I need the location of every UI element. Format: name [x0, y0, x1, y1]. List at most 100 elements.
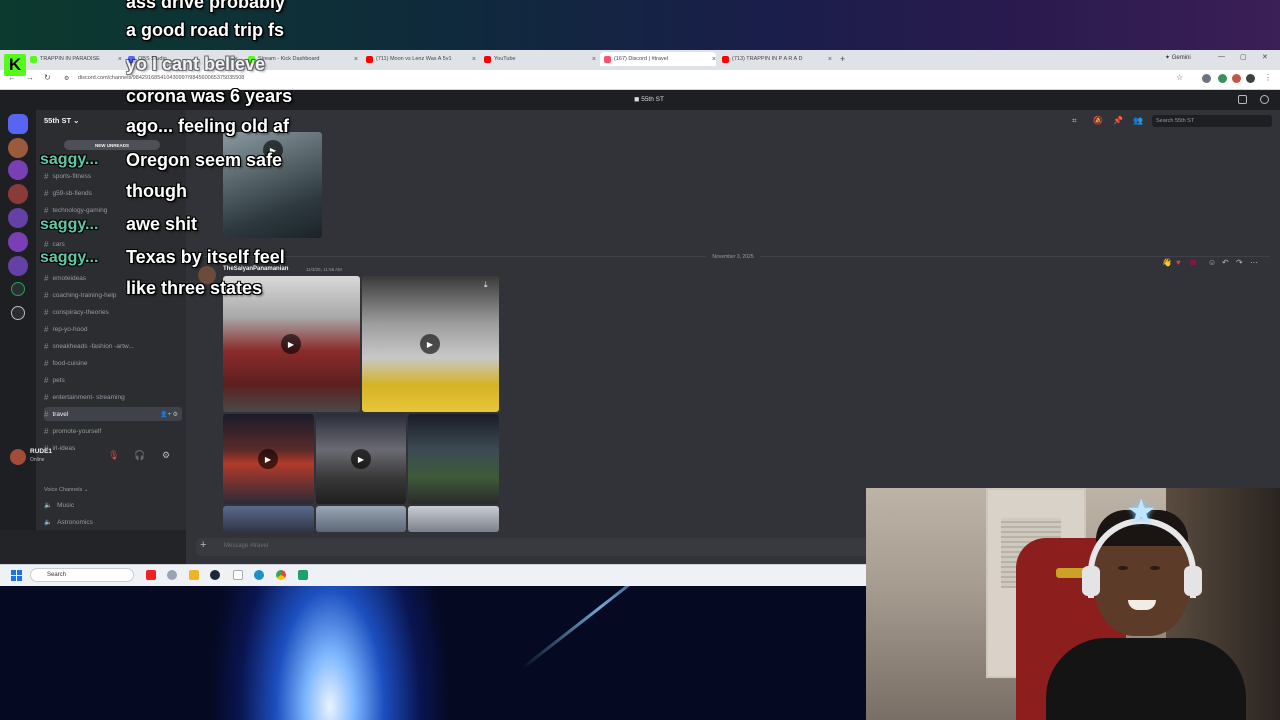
channel-item[interactable]: # food-cuisine	[44, 356, 182, 370]
forward-message-icon[interactable]: ↷	[1236, 258, 1243, 267]
taskbar-search-box[interactable]: Search	[30, 568, 134, 582]
member-list-icon[interactable]: 👥	[1133, 116, 1143, 125]
windows-start-icon[interactable]	[11, 570, 22, 581]
video-attachment[interactable]: ▶	[223, 414, 314, 504]
help-icon[interactable]	[1260, 95, 1269, 104]
server-icon[interactable]	[8, 184, 28, 204]
video-attachment[interactable]: ▶	[223, 132, 322, 238]
server-icon[interactable]	[8, 138, 28, 158]
steam-icon[interactable]	[210, 570, 220, 580]
download-icon[interactable]	[11, 306, 25, 320]
close-window-icon[interactable]: ✕	[1262, 53, 1268, 61]
file-explorer-icon[interactable]	[189, 570, 199, 580]
hash-icon: #	[44, 188, 49, 198]
hash-icon: #	[44, 375, 49, 385]
extension-icon[interactable]	[1202, 74, 1211, 83]
browser-tab[interactable]: YouTube ×	[484, 52, 596, 66]
close-icon[interactable]: ×	[828, 56, 832, 63]
add-reaction-icon[interactable]: ☺	[1208, 258, 1216, 267]
bookmark-star-icon[interactable]: ☆	[1176, 73, 1183, 82]
browser-tab[interactable]: TRAPPIN IN PARADISE ×	[30, 52, 122, 66]
extension-icon[interactable]	[1218, 74, 1227, 83]
gemini-button[interactable]: ✦ Gemini	[1165, 54, 1191, 61]
reload-icon[interactable]: ↻	[44, 73, 51, 82]
channel-item[interactable]: # rep-yo-hood	[44, 322, 182, 336]
close-icon[interactable]: ×	[118, 56, 122, 63]
user-name[interactable]: RUDE1	[30, 448, 52, 455]
headphones-icon[interactable]: 🎧	[134, 450, 145, 461]
server-name-dropdown[interactable]: 55th ST ⌄	[44, 116, 79, 125]
close-icon[interactable]: ×	[592, 56, 596, 63]
play-icon[interactable]: ▶	[420, 334, 440, 354]
image-attachment[interactable]	[223, 506, 314, 532]
video-attachment[interactable]: ▶	[316, 414, 406, 504]
browser-tab[interactable]: (713) TRAPPIN IN P A R A D ×	[722, 52, 832, 66]
explore-icon[interactable]	[11, 282, 25, 296]
twitch-server-icon[interactable]	[8, 208, 28, 228]
twitch-server-icon[interactable]	[8, 232, 28, 252]
channel-item-travel[interactable]: # travel 👤+ ⚙	[44, 407, 182, 421]
reply-icon[interactable]: ↶	[1222, 258, 1229, 267]
download-icon[interactable]: ⤓	[484, 280, 488, 290]
discord-home-icon[interactable]	[8, 114, 28, 134]
reaction-heart-icon[interactable]: ♥	[1176, 258, 1181, 267]
voice-channel-item[interactable]: 🔈 Astronomics	[44, 518, 93, 527]
chat-overlay-line: ago... feeling old af	[126, 116, 290, 136]
image-attachment[interactable]	[408, 506, 499, 532]
channel-item[interactable]: # conspiracy-theories	[44, 305, 182, 319]
image-attachment[interactable]	[408, 414, 499, 504]
browser-tab[interactable]: (711) Moon vs Lenz Was A 5v1 ×	[366, 52, 476, 66]
add-attachment-icon[interactable]: +	[200, 539, 206, 551]
app-icon[interactable]	[146, 570, 156, 580]
url-text[interactable]: discord.com/channels/984291685410430997/…	[78, 75, 244, 81]
image-attachment[interactable]	[316, 506, 406, 532]
twitch-server-icon[interactable]	[8, 160, 28, 180]
reaction-wave-icon[interactable]: 👋	[1162, 258, 1172, 267]
menu-dots-icon[interactable]: ⋮	[1264, 73, 1272, 82]
inbox-icon[interactable]	[1238, 95, 1247, 104]
play-icon[interactable]: ▶	[281, 334, 301, 354]
site-info-icon[interactable]: ⚙	[64, 75, 69, 82]
play-icon[interactable]: ▶	[351, 449, 371, 469]
forward-icon[interactable]: →	[26, 73, 34, 82]
avatar[interactable]	[10, 449, 26, 465]
settings-gear-icon[interactable]: 👤+ ⚙	[160, 411, 178, 418]
app-icon[interactable]	[298, 570, 308, 580]
play-icon[interactable]: ▶	[258, 449, 278, 469]
minimize-icon[interactable]: —	[1218, 53, 1225, 60]
close-icon[interactable]: ×	[712, 56, 716, 63]
channel-item[interactable]: # pets	[44, 373, 182, 387]
new-unreads-badge[interactable]: NEW UNREADS	[64, 140, 160, 150]
voice-channels-header[interactable]: Voice Channels ⌄	[44, 487, 88, 493]
pinned-messages-icon[interactable]: 📌	[1113, 116, 1123, 125]
extension-icon[interactable]	[1246, 74, 1255, 83]
new-tab-button[interactable]: +	[840, 52, 852, 66]
close-icon[interactable]: ×	[472, 56, 476, 63]
channel-item[interactable]: # sneakheads -fashion -artw...	[44, 339, 182, 353]
mute-mic-icon[interactable]: 🎙	[108, 450, 119, 461]
video-attachment[interactable]: ▶ ⤓	[362, 276, 499, 412]
youtube-icon	[366, 55, 373, 63]
chrome-icon[interactable]	[276, 570, 286, 580]
more-options-icon[interactable]: ⋯	[1250, 258, 1258, 267]
notification-bell-icon[interactable]: 🔕	[1093, 116, 1103, 125]
threads-icon[interactable]: ⌗	[1072, 116, 1077, 126]
notepad-icon[interactable]	[233, 570, 243, 580]
reaction-icon[interactable]: ⊞	[1190, 258, 1197, 267]
browser-tab-active[interactable]: (167) Discord | #travel ×	[600, 52, 716, 66]
profile-avatar-icon[interactable]	[1232, 74, 1241, 83]
edge-browser-icon[interactable]	[254, 570, 264, 580]
channel-item[interactable]: # entertainment- streaming	[44, 390, 182, 404]
chat-overlay-line: though	[126, 181, 187, 201]
voice-channel-item[interactable]: 🔈 Music	[44, 501, 74, 510]
channel-item[interactable]: # promote-yourself	[44, 424, 182, 438]
close-icon[interactable]: ×	[354, 56, 358, 63]
search-input[interactable]: Search 55th ST	[1152, 115, 1272, 127]
twitch-server-icon[interactable]	[8, 256, 28, 276]
chat-overlay-line: Oregon seem safe	[126, 150, 283, 170]
channel-sidebar: 55th ST ⌄ NEW UNREADS # sports-fitness # g…	[36, 110, 186, 564]
maximize-icon[interactable]: ▢	[1240, 53, 1247, 61]
composer-placeholder[interactable]: Message #travel	[224, 543, 268, 549]
user-settings-gear-icon[interactable]: ⚙	[162, 450, 170, 461]
app-icon[interactable]	[167, 570, 177, 580]
